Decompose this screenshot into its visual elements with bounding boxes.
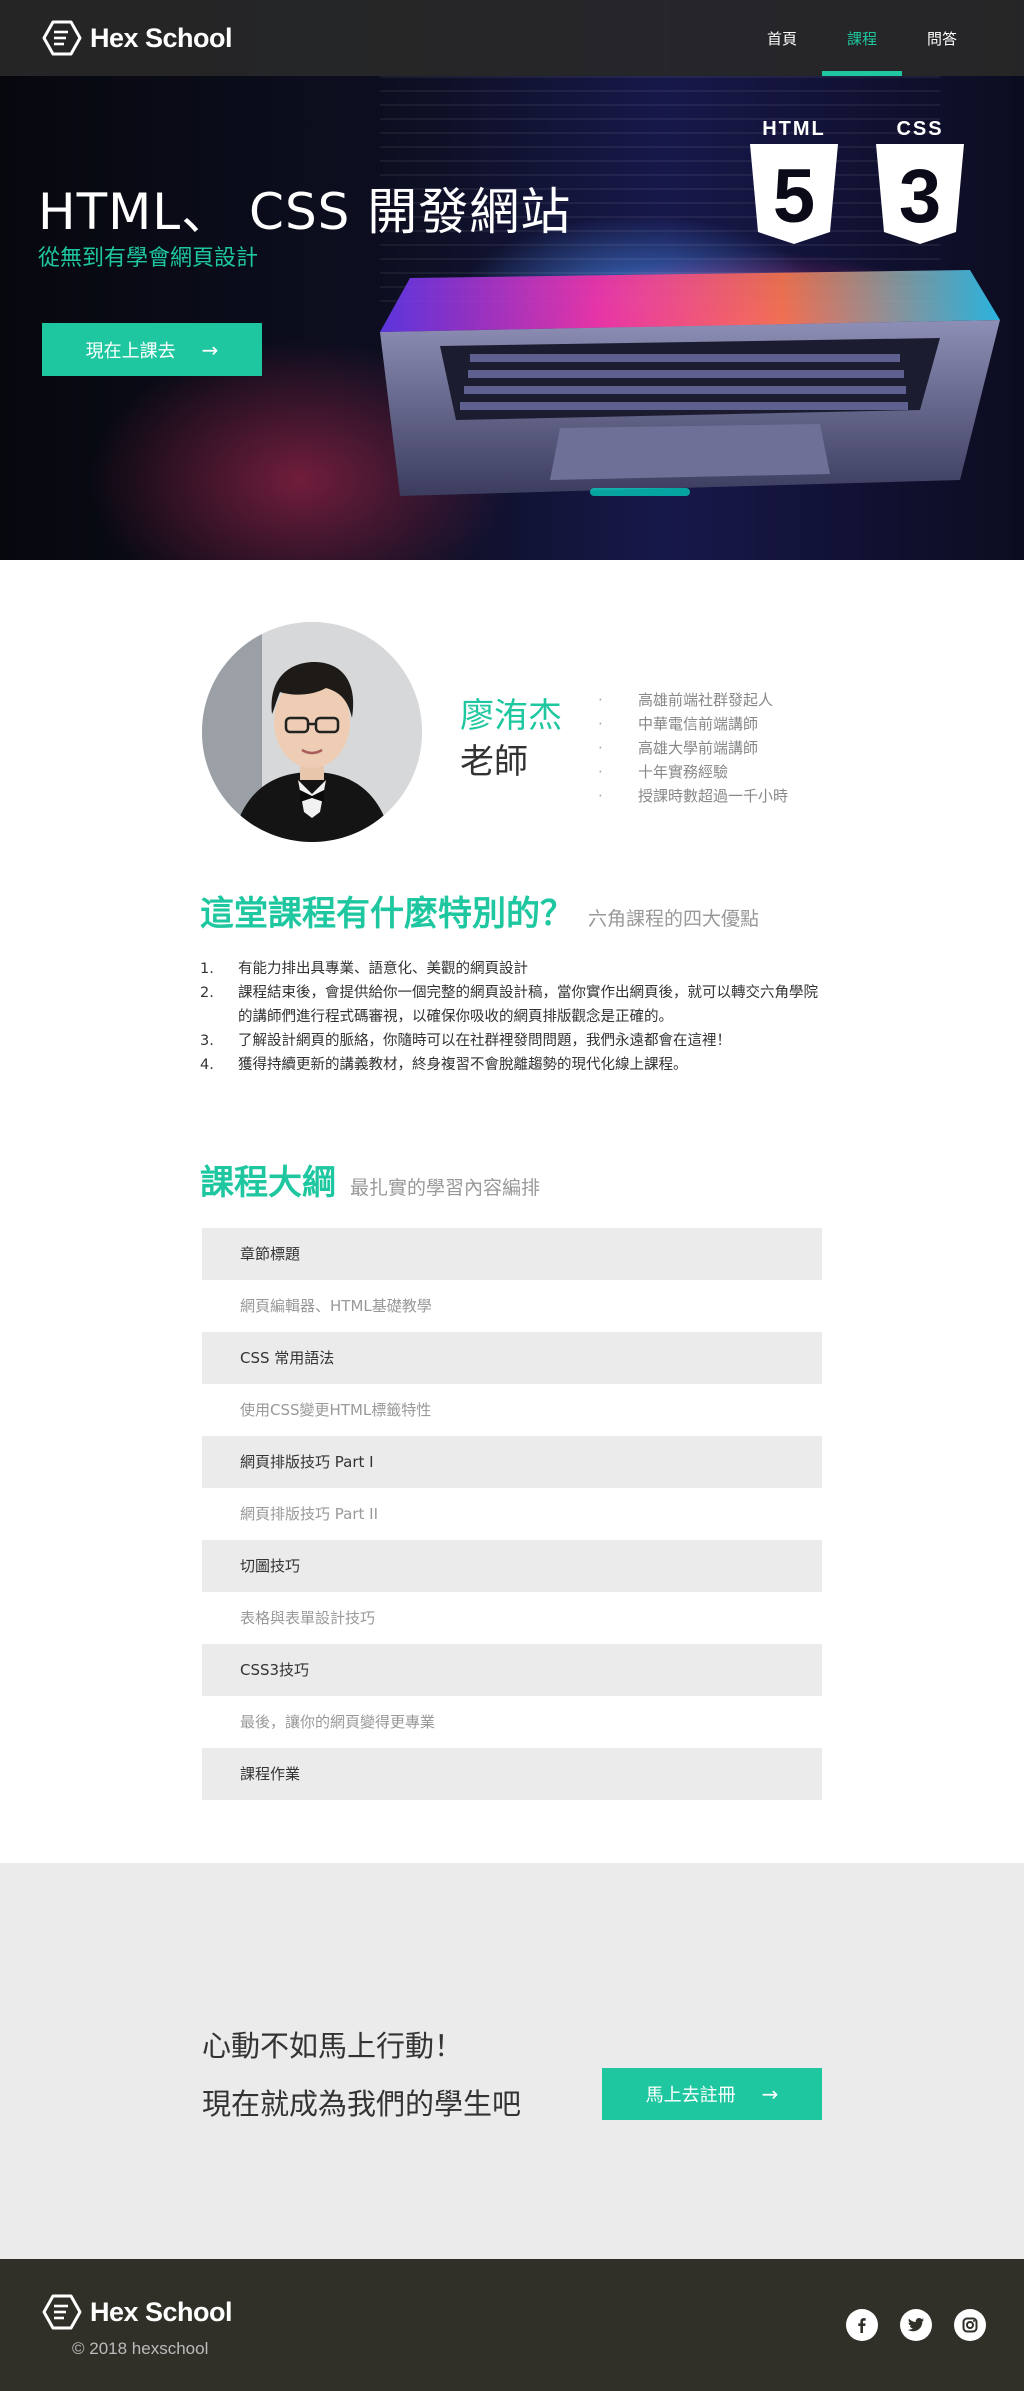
facebook-glyph [858,2318,866,2333]
hero-banner: HTML、 CSS 開發網站 從無到有學會網頁設計 現在上課去 → HTML 5… [0,0,1024,560]
credential-text: 高雄大學前端講師 [638,739,759,757]
bullet-icon: · [598,739,603,757]
nav-item-courses[interactable]: 課程 [822,0,902,76]
copyright-text: © 2018 hexschool [72,2339,209,2358]
hex-logo-icon [42,2294,82,2330]
html5-shield-icon: 5 [750,144,838,244]
header-logo[interactable]: Hex School [42,18,233,58]
site-footer: Hex School © 2018 hexschool [0,2259,1024,2391]
nav-item-home[interactable]: 首頁 [742,0,822,76]
nav-item-faq[interactable]: 問答 [902,0,982,76]
syllabus-heading: 課程大綱 最扎實的學習內容編排 [0,1155,1024,1204]
credential-item: · 十年實務經驗 [598,760,788,784]
syllabus-topic-row: 網頁編輯器、HTML基礎教學 [202,1280,822,1332]
bullet-icon: · [598,691,603,709]
syllabus-section: 課程大綱 最扎實的學習內容編排 章節標題 網頁編輯器、HTML基礎教學 CSS … [0,1155,1024,1863]
credential-item: · 高雄大學前端講師 [598,736,788,760]
teacher-portrait-image [202,622,422,842]
credential-text: 高雄前端社群發起人 [638,691,774,709]
hero-subtitle: 從無到有學會網頁設計 [38,246,259,271]
feature-item: 2. 課程結束後，會提供給你一個完整的網頁設計稿，當你實作出網頁後，就可以轉交六角… [200,981,820,1029]
laptop-illustration [380,270,1000,496]
features-subtitle: 六角課程的四大優點 [588,908,760,930]
feature-text: 獲得持續更新的講義教材，終身複習不會脫離趨勢的現代化線上課程。 [238,1057,688,1073]
instagram-glyph [962,2317,978,2333]
html5-badge: HTML 5 [748,118,840,250]
tech-badges: HTML 5 CSS 3 [748,118,966,250]
main-nav: 首頁 課程 問答 [742,0,982,76]
twitter-glyph [907,2318,924,2332]
feature-number: 1. [200,961,214,977]
features-title: 這堂課程有什麼特別的？ [200,894,574,934]
features-heading: 這堂課程有什麼特別的？ 六角課程的四大優點 [0,886,1024,935]
facebook-icon[interactable] [846,2309,878,2341]
cta-headline: 心動不如馬上行動！ [202,2029,464,2063]
hero-title: HTML、 CSS 開發網站 [38,183,572,241]
feature-number: 4. [200,1057,214,1073]
credential-text: 授課時數超過一千小時 [638,787,789,805]
feature-item: 1. 有能力排出具專業、語意化、美觀的網頁設計 [200,957,820,981]
credential-text: 中華電信前端講師 [638,715,759,733]
register-button[interactable]: 馬上去註冊 → [602,2068,822,2120]
teacher-section: 廖洧杰 老師 · 高雄前端社群發起人 · 中華電信前端講師 · 高雄大學前端講師 · 十… [0,560,1024,880]
features-section: 這堂課程有什麼特別的？ 六角課程的四大優點 1. 有能力排出具專業、語意化、美觀的… [0,880,1024,1155]
instagram-icon[interactable] [954,2309,986,2341]
feature-item: 3. 了解設計網頁的脈絡，你隨時可以在社群裡發問問題，我們永遠都會在這裡！ [200,1029,820,1053]
twitter-icon[interactable] [900,2309,932,2341]
syllabus-chapter-row: CSS 常用語法 [202,1332,822,1384]
credential-item: · 高雄前端社群發起人 [598,688,788,712]
credential-item: · 授課時數超過一千小時 [598,784,788,808]
call-to-action: 心動不如馬上行動！ 現在就成為我們的學生吧 馬上去註冊 → [0,1863,1024,2259]
syllabus-subtitle: 最扎實的學習內容編排 [350,1177,541,1199]
syllabus-table: 章節標題 網頁編輯器、HTML基礎教學 CSS 常用語法 使用CSS變更HTML… [202,1228,822,1800]
teacher-credentials: · 高雄前端社群發起人 · 中華電信前端講師 · 高雄大學前端講師 · 十年實務經驗 ·… [598,688,788,808]
css3-number: 3 [899,154,941,239]
footer-logo[interactable]: Hex School [42,2292,233,2332]
cta-subheadline: 現在就成為我們的學生吧 [202,2087,522,2121]
credential-item: · 中華電信前端講師 [598,712,788,736]
html5-number: 5 [773,154,815,239]
hex-logo-icon [42,20,82,56]
syllabus-topic-row: 表格與表單設計技巧 [202,1592,822,1644]
syllabus-title: 課程大綱 [200,1163,336,1203]
syllabus-chapter-row: 切圖技巧 [202,1540,822,1592]
syllabus-chapter-row: 網頁排版技巧 Part I [202,1436,822,1488]
arrow-right-icon: → [201,337,219,362]
syllabus-topic-row: 最後，讓你的網頁變得更專業 [202,1696,822,1748]
footer-brand-name: Hex School [90,2296,233,2327]
css3-shield-icon: 3 [876,144,964,244]
site-header: Hex School 首頁 課程 問答 [0,0,1024,76]
start-course-label: 現在上課去 [85,340,176,362]
feature-number: 3. [200,1033,214,1049]
bullet-icon: · [598,787,603,805]
bullet-icon: · [598,715,603,733]
syllabus-chapter-row: 課程作業 [202,1748,822,1800]
bullet-icon: · [598,763,603,781]
teacher-avatar [202,622,422,842]
css3-badge: CSS 3 [874,118,966,250]
feature-text: 了解設計網頁的脈絡，你隨時可以在社群裡發問問題，我們永遠都會在這裡！ [238,1033,731,1049]
teacher-role: 老師 [460,742,528,782]
syllabus-chapter-row: 章節標題 [202,1228,822,1280]
feature-text: 有能力排出具專業、語意化、美觀的網頁設計 [238,961,528,977]
html5-badge-label: HTML [762,118,826,140]
feature-list: 1. 有能力排出具專業、語意化、美觀的網頁設計 2. 課程結束後，會提供給你一個完整… [200,957,820,1077]
css3-badge-label: CSS [896,118,944,140]
register-button-label: 馬上去註冊 [645,2085,736,2106]
credential-text: 十年實務經驗 [638,763,729,781]
arrow-right-icon: → [761,2082,779,2106]
social-links [846,2309,986,2341]
syllabus-topic-row: 使用CSS變更HTML標籤特性 [202,1384,822,1436]
start-course-button[interactable]: 現在上課去 → [42,323,262,376]
feature-item: 4. 獲得持續更新的講義教材，終身複習不會脫離趨勢的現代化線上課程。 [200,1053,820,1077]
teacher-name: 廖洧杰 [460,696,562,736]
syllabus-topic-row: 網頁排版技巧 Part II [202,1488,822,1540]
brand-name: Hex School [90,22,233,53]
feature-number: 2. [200,985,214,1001]
feature-text: 課程結束後，會提供給你一個完整的網頁設計稿，當你實作出網頁後，就可以轉交六角學院… [238,985,818,1025]
syllabus-chapter-row: CSS3技巧 [202,1644,822,1696]
